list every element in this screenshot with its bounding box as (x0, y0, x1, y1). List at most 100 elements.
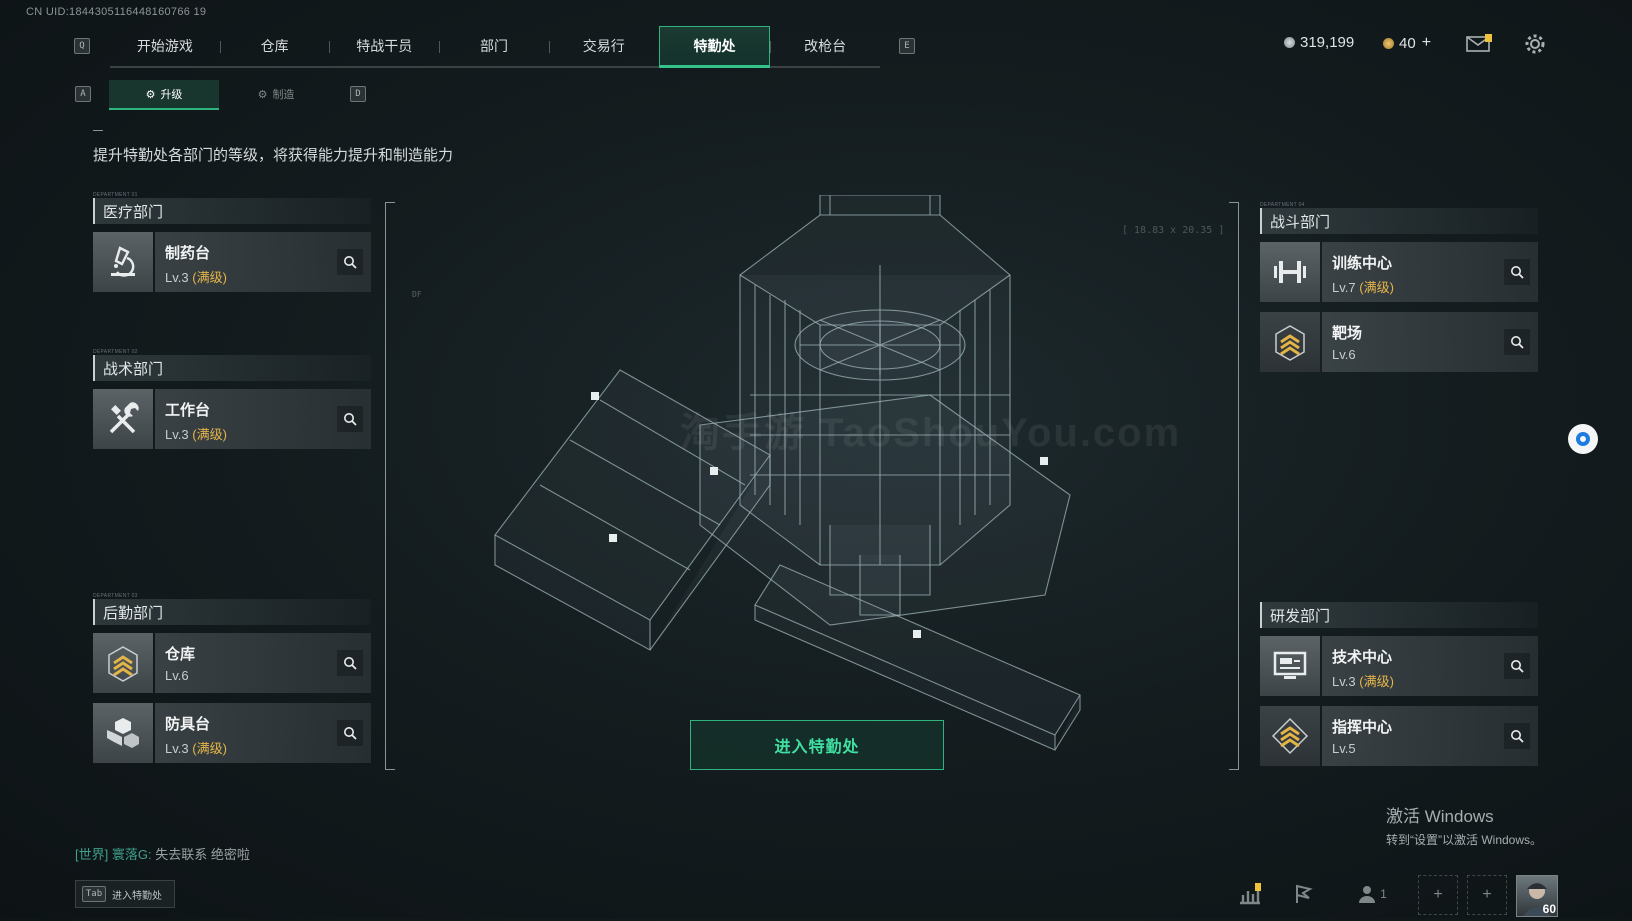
tab-hint-label: 进入特勤处 (112, 890, 162, 902)
subtab-craft[interactable]: ⚙ 制造 (221, 80, 331, 108)
enter-special-ops-button[interactable]: 进入特勤处 (690, 720, 944, 770)
right-frame-line (1238, 202, 1239, 770)
chat-channel: [世界] (75, 847, 109, 862)
department-research: 研发部门 技术中心 Lv.3 (满级) 指挥中心 Lv.5 (1260, 602, 1538, 766)
facility-card-workbench[interactable]: 工作台 Lv.3 (满级) (93, 389, 371, 449)
plus-icon: + (1482, 886, 1492, 903)
department-title: 研发部门 (1260, 602, 1538, 628)
stats-icon[interactable] (1236, 880, 1264, 908)
next-subtab-key-hint: D (350, 86, 366, 102)
ticket-icon (1383, 37, 1394, 49)
max-level-label: (满级) (192, 270, 227, 285)
facility-card-pharmacy[interactable]: 制药台 Lv.3 (满级) (93, 232, 371, 292)
friends-icon (1359, 886, 1376, 903)
tab-trading-market[interactable]: 交易行 (548, 26, 659, 66)
subtab-upgrade[interactable]: ⚙ 升级 (109, 80, 219, 110)
facility-info: 工作台 Lv.3 (满级) (155, 389, 371, 449)
add-tickets-icon[interactable]: + (1422, 34, 1431, 52)
chat-text: 失去联系 绝密啦 (155, 847, 250, 862)
friends-button[interactable]: 1 (1350, 880, 1394, 908)
tab-key-hint[interactable]: Tab 进入特勤处 (75, 880, 175, 908)
search-icon[interactable] (1504, 653, 1530, 679)
prev-subtab-key-hint: A (75, 86, 91, 102)
tab-gunsmith[interactable]: 改枪台 (770, 26, 880, 66)
facility-card-command-center[interactable]: 指挥中心 Lv.5 (1260, 706, 1538, 766)
facility-card-armor-bench[interactable]: 防具台 Lv.3 (满级) (93, 703, 371, 763)
mail-icon[interactable] (1466, 33, 1492, 57)
hotspot-marker (913, 630, 921, 638)
tab-department[interactable]: 部门 (439, 26, 549, 66)
search-icon[interactable] (337, 406, 363, 432)
settings-gear-icon[interactable] (1524, 33, 1546, 60)
tab-warehouse[interactable]: 仓库 (219, 26, 330, 66)
player-avatar[interactable]: 60 (1516, 875, 1558, 917)
department-title: 战术部门 (93, 355, 371, 381)
cubes-icon (93, 703, 153, 763)
player-uid: CN UID:1844305116448160766 19 (26, 6, 207, 18)
rank-chevron-icon (1260, 312, 1320, 372)
search-icon[interactable] (337, 249, 363, 275)
department-title: 医疗部门 (93, 198, 371, 224)
search-icon[interactable] (1504, 329, 1530, 355)
craft-icon: ⚙ (257, 88, 268, 101)
desc-divider (93, 130, 103, 131)
right-frame-corner-top (1229, 202, 1239, 203)
microscope-icon (93, 232, 153, 292)
department-combat: DEPARTMENT 04 战斗部门 训练中心 Lv.7 (满级) 靶场 Lv.… (1260, 202, 1538, 372)
upgrade-icon: ⚙ (145, 88, 156, 101)
prev-tab-key-hint: Q (74, 38, 90, 54)
left-frame-corner-top (385, 202, 395, 203)
hotspot-marker (710, 467, 718, 475)
windows-activation-notice: 激活 Windows 转到“设置”以激活 Windows。 (1386, 802, 1542, 848)
facility-wireframe-model[interactable] (470, 195, 1130, 795)
hotspot-marker (1040, 457, 1048, 465)
chat-message[interactable]: [世界] 寰落G: 失去联系 绝密啦 (75, 844, 250, 863)
facility-card-shooting-range[interactable]: 靶场 Lv.6 (1260, 312, 1538, 372)
department-medical: DEPARTMENT 01 医疗部门 制药台 Lv.3 (满级) (93, 192, 371, 292)
search-icon[interactable] (337, 720, 363, 746)
rank-chevron-icon (93, 633, 153, 693)
activation-title: 激活 Windows (1386, 807, 1494, 826)
max-level-label: (满级) (192, 741, 227, 756)
department-title: 后勤部门 (93, 599, 371, 625)
ticket-balance[interactable]: 40 + (1383, 34, 1431, 52)
tab-start-game[interactable]: 开始游戏 (110, 26, 220, 66)
search-icon[interactable] (1504, 259, 1530, 285)
floating-assistant-icon[interactable] (1568, 424, 1598, 454)
subtab-upgrade-label: 升级 (160, 89, 183, 101)
facility-card-warehouse[interactable]: 仓库 Lv.6 (93, 633, 371, 693)
facility-info: 指挥中心 Lv.5 (1322, 706, 1538, 766)
coin-amount: 319,199 (1300, 34, 1355, 51)
coin-balance[interactable]: 319,199 (1284, 34, 1354, 51)
facility-info: 训练中心 Lv.7 (满级) (1322, 242, 1538, 302)
department-logistics: DEPARTMENT 03 后勤部门 仓库 Lv.6 防具台 Lv.3 (满级) (93, 593, 371, 763)
facility-card-training-center[interactable]: 训练中心 Lv.7 (满级) (1260, 242, 1538, 302)
search-icon[interactable] (1504, 723, 1530, 749)
left-frame-corner-bottom (385, 769, 395, 770)
page-description: 提升特勤处各部门的等级，将获得能力提升和制造能力 (93, 147, 454, 164)
flag-icon[interactable] (1290, 880, 1318, 908)
friends-count: 1 (1380, 887, 1387, 901)
left-frame-line (385, 202, 386, 770)
coin-icon (1284, 37, 1295, 48)
avatar-level: 60 (1542, 902, 1556, 916)
facility-info: 制药台 Lv.3 (满级) (155, 232, 371, 292)
max-level-label: (满级) (192, 427, 227, 442)
chat-user: 寰落G: (111, 847, 152, 862)
activation-subtitle: 转到“设置”以激活 Windows。 (1386, 833, 1543, 847)
tab-operators[interactable]: 特战干员 (329, 26, 439, 66)
subtab-craft-label: 制造 (272, 89, 295, 101)
coordinate-readout: [ 18.83 x 20.35 ] (1122, 225, 1225, 236)
hotspot-marker (609, 534, 617, 542)
dumbbell-icon (1260, 242, 1320, 302)
add-squad-slot-2[interactable]: + (1467, 875, 1507, 915)
tab-special-ops[interactable]: 特勤处 (658, 26, 771, 68)
df-readout: DF (412, 290, 422, 299)
ticket-amount: 40 (1399, 34, 1416, 52)
facility-info: 靶场 Lv.6 (1322, 312, 1538, 372)
top-navigation: Q 开始游戏 仓库 特战干员 部门 交易行 特勤处 改枪台 E (70, 26, 915, 68)
add-squad-slot-1[interactable]: + (1418, 875, 1458, 915)
facility-card-tech-center[interactable]: 技术中心 Lv.3 (满级) (1260, 636, 1538, 696)
watermark-text: 淘手游 TaoShouYou.com (680, 411, 1182, 455)
search-icon[interactable] (337, 650, 363, 676)
